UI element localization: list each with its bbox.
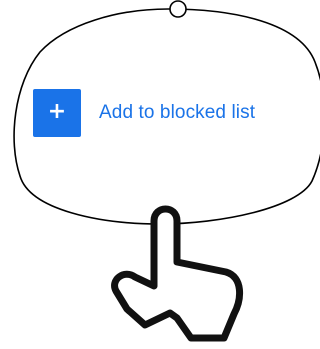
highlight-overlay: [13, 0, 320, 342]
add-to-blocked-list-button[interactable]: + Add to blocked list: [33, 89, 255, 137]
plus-glyph: +: [47, 99, 67, 124]
capsule-top-handle: [169, 0, 187, 18]
plus-icon[interactable]: +: [33, 89, 81, 137]
add-to-blocked-list-label[interactable]: Add to blocked list: [99, 102, 255, 124]
hand-pointer-icon: [111, 205, 243, 342]
tutorial-canvas: + Add to blocked list: [0, 0, 320, 349]
